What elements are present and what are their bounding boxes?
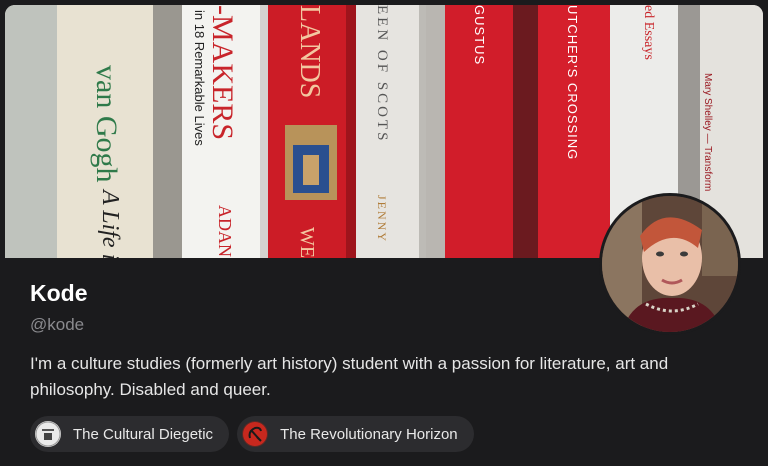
publication-label: The Cultural Diegetic bbox=[73, 425, 214, 443]
publication-chip-cultural-diegetic[interactable]: The Cultural Diegetic bbox=[30, 416, 230, 452]
spine-text: WE bbox=[296, 227, 318, 258]
profile-card: van Gogh A Life in -MAKERS in 18 Remarka… bbox=[0, 0, 768, 466]
spine-text: EEN OF SCOTS bbox=[374, 5, 390, 144]
publication-list: The Cultural Diegetic The Revolutionary … bbox=[30, 416, 474, 452]
hammer-sickle-icon bbox=[242, 421, 269, 447]
spine-text: ed Essays bbox=[641, 5, 656, 60]
spine-text: Mary Shelley — Transform bbox=[702, 73, 713, 191]
avatar-photo bbox=[602, 196, 738, 332]
profile-name: Kode bbox=[30, 280, 88, 306]
spine-text: JENNY bbox=[375, 195, 389, 243]
spine-text: in 18 Remarkable Lives bbox=[192, 10, 207, 146]
spine-text: UTCHER'S CROSSING bbox=[565, 5, 580, 160]
publication-chip-revolutionary-horizon[interactable]: The Revolutionary Horizon bbox=[237, 416, 474, 452]
profile-handle: @kode bbox=[30, 315, 85, 334]
spine-text: LANDS bbox=[294, 5, 325, 98]
spine-text: van Gogh bbox=[90, 65, 123, 182]
spine-text: A Life in bbox=[97, 188, 123, 258]
publication-label: The Revolutionary Horizon bbox=[280, 425, 458, 443]
cultural-diegetic-logo-icon bbox=[35, 421, 61, 447]
spine-text: GUSTUS bbox=[472, 5, 487, 65]
avatar[interactable] bbox=[599, 193, 741, 335]
spine-text: -MAKERS bbox=[206, 5, 239, 140]
profile-bio: I'm a culture studies (formerly art hist… bbox=[30, 354, 669, 399]
spine-text: ADAN bbox=[215, 205, 235, 257]
